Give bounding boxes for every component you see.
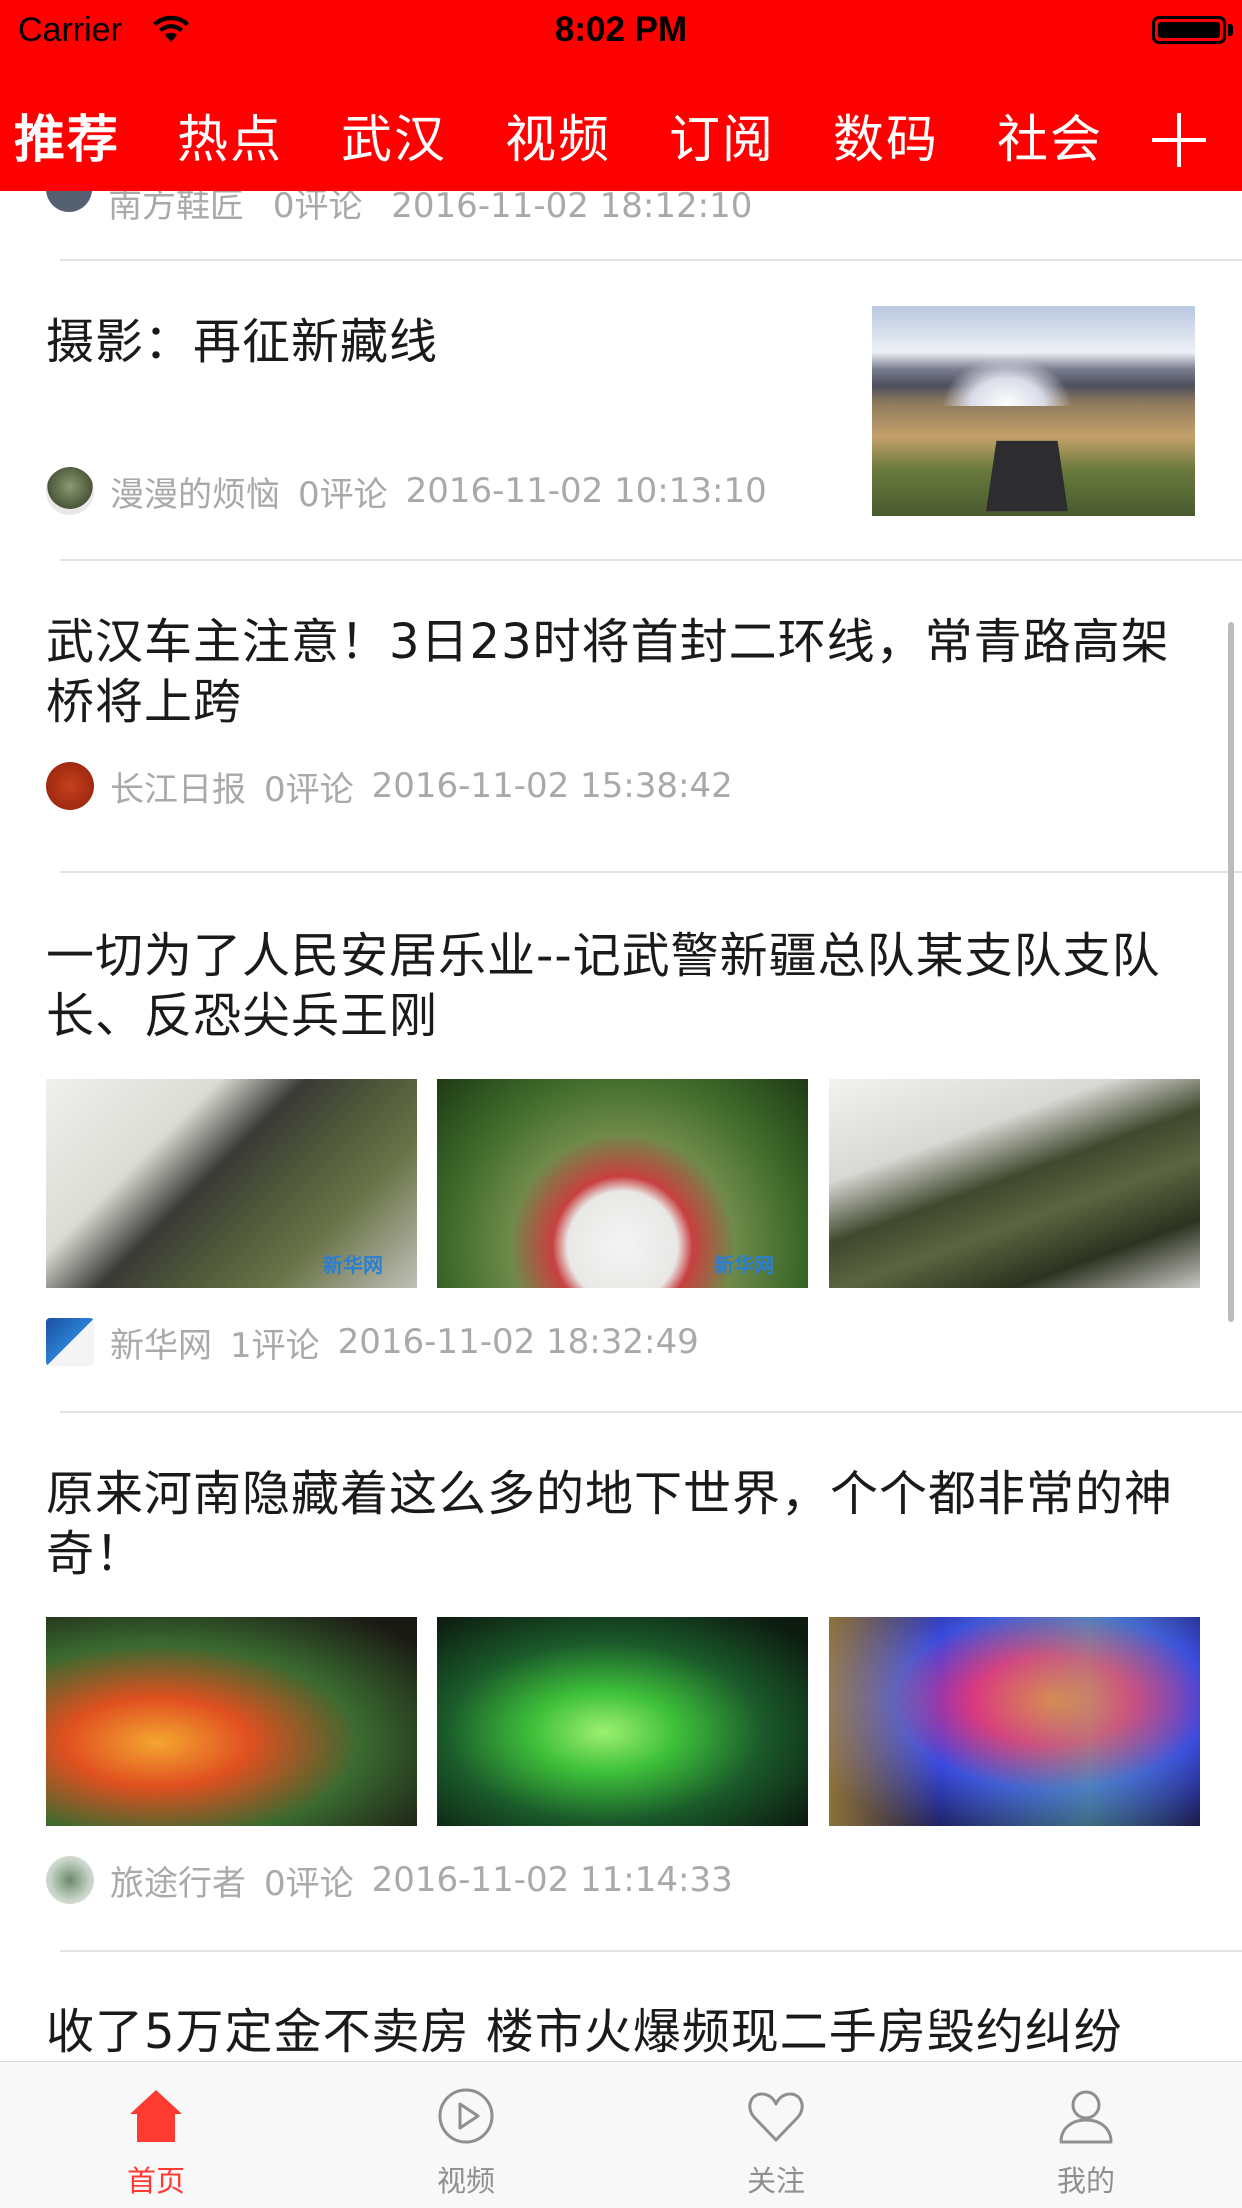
article-image: 新华网 <box>437 1079 808 1288</box>
article-meta: 旅途行者 0评论 2016-11-02 11:14:33 <box>46 1855 733 1905</box>
article-thumbnail <box>872 306 1195 516</box>
user-icon <box>1059 2090 1113 2144</box>
tab-label: 关注 <box>746 2164 805 2198</box>
heart-icon <box>748 2092 804 2142</box>
article-source: 南方鞋匠 <box>108 186 244 226</box>
article-image <box>829 1079 1200 1288</box>
article-source: 漫漫的烦恼 <box>110 474 280 515</box>
article-source: 旅途行者 <box>110 1863 246 1904</box>
source-avatar <box>46 1856 94 1904</box>
battery-cap <box>1228 24 1233 36</box>
channel-tab-video[interactable]: 视频 <box>505 98 611 172</box>
source-avatar <box>46 762 94 810</box>
source-avatar <box>46 467 94 515</box>
article-comments: 1评论 <box>230 1325 320 1366</box>
channel-tab-recommend[interactable]: 推荐 <box>14 98 120 172</box>
watermark: 新华网 <box>323 1253 383 1277</box>
article-title: 摄影：再征新藏线 <box>46 314 439 370</box>
channel-tabs: 推荐 热点 武汉 视频 订阅 数码 社会 <box>0 60 1242 191</box>
tab-home[interactable]: 首页 <box>56 2062 256 2208</box>
article-image <box>46 1617 417 1826</box>
article-image <box>437 1617 808 1826</box>
article-title: 原来河南隐藏着这么多的地下世界，个个都非常的神奇！ <box>46 1466 1174 1582</box>
article-image <box>829 1617 1200 1826</box>
channel-tab-digital[interactable]: 数码 <box>833 98 939 172</box>
tab-video[interactable]: 视频 <box>366 2062 566 2208</box>
divider <box>60 1950 1242 1952</box>
watermark: 新华网 <box>714 1253 774 1277</box>
source-avatar <box>46 1318 94 1366</box>
article-comments: 0评论 <box>272 186 363 226</box>
channel-tab-wuhan[interactable]: 武汉 <box>341 98 447 172</box>
article-image: 新华网 <box>46 1079 417 1288</box>
tab-label: 视频 <box>436 2164 495 2198</box>
divider <box>60 871 1242 873</box>
article-comments: 0评论 <box>264 769 354 810</box>
article-time: 2016-11-02 11:14:33 <box>371 1860 733 1900</box>
article-comments: 0评论 <box>298 474 388 515</box>
play-icon <box>438 2088 494 2144</box>
article-comments: 0评论 <box>264 1863 354 1904</box>
battery-icon <box>1152 16 1226 44</box>
channel-tab-hot[interactable]: 热点 <box>177 98 283 172</box>
channel-tab-society[interactable]: 社会 <box>997 98 1103 172</box>
news-feed[interactable]: 南方鞋匠 0评论 2016-11-02 18:12:10 摄影：再征新藏线 漫漫… <box>0 0 1242 2208</box>
article-title: 一切为了人民安居乐业--记武警新疆总队某支队支队长、反恐尖兵王刚 <box>46 928 1161 1044</box>
tab-label: 我的 <box>1056 2164 1115 2198</box>
article-meta: 长江日报 0评论 2016-11-02 15:38:42 <box>46 761 733 811</box>
article-meta: 新华网 1评论 2016-11-02 18:32:49 <box>46 1317 699 1367</box>
app-header: Carrier 8:02 PM 推荐 热点 武汉 视频 订阅 数码 社会 <box>0 0 1242 191</box>
mountain-snow <box>942 356 1072 406</box>
divider <box>60 1411 1242 1413</box>
article-source: 新华网 <box>110 1325 212 1366</box>
article-time: 2016-11-02 18:32:49 <box>337 1322 699 1362</box>
tab-follow[interactable]: 关注 <box>676 2062 876 2208</box>
article-title: 收了5万定金不卖房 楼市火爆频现二手房毁约纠纷 <box>46 2004 1123 2060</box>
article-meta: 漫漫的烦恼 0评论 2016-11-02 10:13:10 <box>46 466 767 516</box>
article-source: 长江日报 <box>110 769 246 810</box>
article-time: 2016-11-02 10:13:10 <box>405 471 767 511</box>
bottom-tab-bar: 首页 视频 关注 我的 <box>0 2061 1242 2208</box>
battery-level <box>1158 22 1220 38</box>
add-channel-icon[interactable] <box>1152 113 1206 167</box>
home-icon <box>130 2090 182 2142</box>
divider <box>60 259 1242 261</box>
scroll-indicator[interactable] <box>1228 622 1234 1322</box>
article-title: 武汉车主注意！3日23时将首封二环线，常青路高架桥将上跨 <box>46 614 1170 730</box>
article-time: 2016-11-02 15:38:42 <box>371 766 733 806</box>
status-time: 8:02 PM <box>554 10 688 49</box>
divider <box>60 559 1242 561</box>
tab-label: 首页 <box>126 2164 185 2198</box>
tab-me[interactable]: 我的 <box>986 2062 1186 2208</box>
channel-tab-subscribe[interactable]: 订阅 <box>669 98 775 172</box>
status-bar: Carrier 8:02 PM <box>0 0 1242 60</box>
article-time: 2016-11-02 18:12:10 <box>391 186 753 226</box>
road-graphic <box>986 440 1068 512</box>
